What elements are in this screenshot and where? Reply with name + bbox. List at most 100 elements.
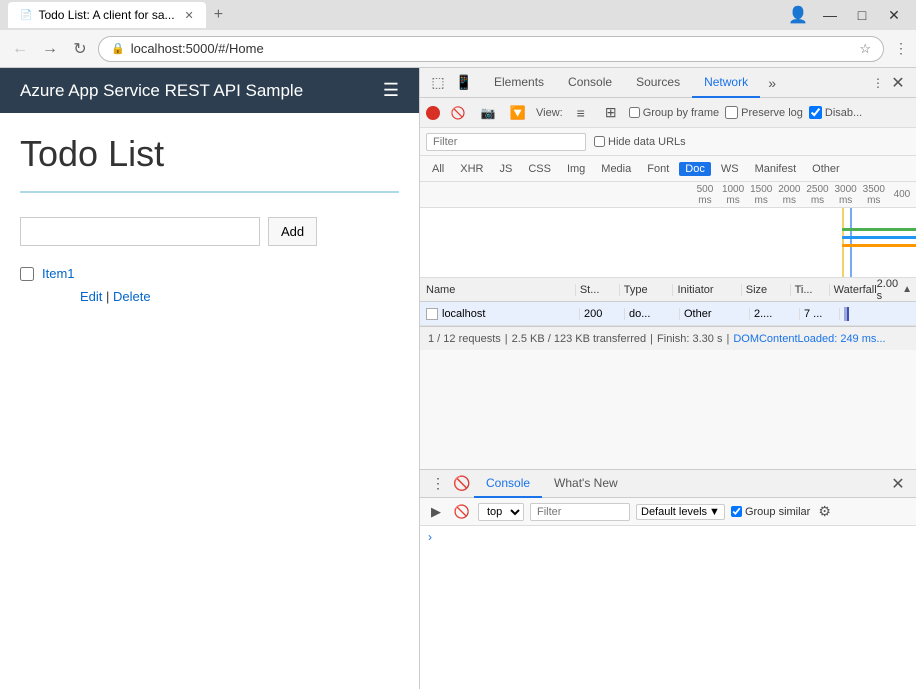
tab-sources[interactable]: Sources	[624, 68, 692, 98]
url-bar[interactable]: 🔒 localhost:5000/#/Home ☆	[98, 36, 884, 62]
devtools-panel: ⬚ 📱 Elements Console Sources Network	[419, 68, 916, 689]
main-content: Azure App Service REST API Sample ☰ Todo…	[0, 68, 916, 689]
todo-input[interactable]	[20, 217, 260, 246]
dom-content-loaded-link[interactable]: DOMContentLoaded: 249 ms...	[733, 333, 885, 345]
todo-item: Item1	[20, 266, 399, 281]
col-header-status[interactable]: St...	[576, 284, 620, 296]
tab-elements[interactable]: Elements	[482, 68, 556, 98]
filter-img[interactable]: Img	[561, 162, 591, 176]
col-header-size[interactable]: Size	[742, 284, 791, 296]
hide-data-urls-checkbox[interactable]	[594, 136, 605, 147]
filter-css[interactable]: CSS	[522, 162, 557, 176]
filter-media[interactable]: Media	[595, 162, 637, 176]
row-size: 2....	[754, 308, 772, 320]
filter-all[interactable]: All	[426, 162, 450, 176]
col-header-initiator[interactable]: Initiator	[673, 284, 741, 296]
tab-network[interactable]: Network	[692, 68, 760, 98]
tab-console[interactable]: Console	[556, 68, 624, 98]
minimize-button[interactable]: —	[816, 5, 844, 25]
network-status-bar: 1 / 12 requests | 2.5 KB / 123 KB transf…	[420, 326, 916, 350]
user-icon[interactable]: 👤	[788, 5, 808, 25]
maximize-button[interactable]: □	[848, 5, 876, 25]
waterfall-mini-bar	[844, 307, 912, 321]
list-view-icon[interactable]: ≡	[569, 101, 593, 125]
more-tabs-button[interactable]: »	[760, 71, 784, 95]
filter-button[interactable]: 🔽	[506, 101, 530, 125]
console-tab-console[interactable]: Console	[474, 470, 542, 498]
settings-icon[interactable]: ⚙	[818, 503, 831, 520]
console-drawer: ⋮ 🚫 Console What's New ✕ ▶ 🚫 top	[420, 469, 916, 689]
edit-link[interactable]: Edit	[80, 289, 102, 304]
group-similar-label: Group similar	[745, 506, 810, 518]
row-name: localhost	[442, 308, 485, 320]
col-header-time[interactable]: Ti...	[791, 284, 830, 296]
console-filter-input[interactable]	[530, 503, 630, 521]
title-bar: 📄 Todo List: A client for sa... ✕ + 👤 — …	[0, 0, 916, 30]
delete-link[interactable]: Delete	[113, 289, 151, 304]
filter-manifest[interactable]: Manifest	[749, 162, 803, 176]
row-initiator-cell: Other	[680, 308, 750, 320]
context-selector[interactable]: top	[478, 503, 524, 521]
record-button[interactable]	[426, 106, 440, 120]
group-similar-checkbox[interactable]	[731, 506, 742, 517]
filter-other[interactable]: Other	[806, 162, 846, 176]
timeline-label-1500: 1500 ms	[747, 184, 775, 206]
filter-ws[interactable]: WS	[715, 162, 745, 176]
row-type: do...	[629, 308, 650, 320]
hamburger-menu-icon[interactable]: ☰	[383, 80, 399, 101]
webpage-header: Azure App Service REST API Sample ☰	[0, 68, 419, 113]
add-button[interactable]: Add	[268, 217, 317, 246]
console-close-button[interactable]: ✕	[886, 472, 910, 496]
network-panel: 🚫 📷 🔽 View: ≡ ⊞ Group by frame Preserve …	[420, 98, 916, 469]
new-tab-button[interactable]: +	[210, 6, 227, 24]
inspect-icon[interactable]: ⬚	[426, 71, 450, 95]
col-header-waterfall[interactable]: Waterfall 2.00 s ▲	[830, 278, 916, 302]
group-by-frame-checkbox[interactable]	[629, 107, 640, 118]
preserve-log-checkbox[interactable]	[725, 106, 738, 119]
filter-js[interactable]: JS	[493, 162, 518, 176]
disable-cache-label: Disab...	[825, 107, 862, 119]
camera-button[interactable]: 📷	[476, 101, 500, 125]
col-header-type[interactable]: Type	[620, 284, 674, 296]
table-row[interactable]: localhost 200 do... Other 2....	[420, 302, 916, 326]
todo-checkbox[interactable]	[20, 267, 34, 281]
filter-bar: Hide data URLs	[420, 128, 916, 156]
console-tabs: ⋮ 🚫 Console What's New ✕	[420, 470, 916, 498]
filter-input[interactable]	[426, 133, 586, 151]
refresh-button[interactable]: ↻	[68, 37, 92, 61]
browser-window: 📄 Todo List: A client for sa... ✕ + 👤 — …	[0, 0, 916, 689]
browser-more-button[interactable]: ⋮	[894, 40, 908, 57]
sort-icon: ▲	[902, 284, 912, 295]
col-header-name[interactable]: Name	[420, 284, 576, 296]
console-stop-button[interactable]: 🚫	[450, 472, 474, 496]
default-levels-button[interactable]: Default levels ▼	[636, 504, 725, 520]
devtools-close-button[interactable]: ✕	[886, 71, 910, 95]
grid-view-icon[interactable]: ⊞	[599, 101, 623, 125]
webpage: Azure App Service REST API Sample ☰ Todo…	[0, 68, 419, 689]
row-name-cell: localhost	[420, 308, 580, 320]
filter-xhr[interactable]: XHR	[454, 162, 489, 176]
browser-tab[interactable]: 📄 Todo List: A client for sa... ✕	[8, 2, 206, 28]
hide-data-urls-option: Hide data URLs	[594, 136, 686, 148]
console-prompt[interactable]: ›	[428, 530, 908, 544]
console-run-button[interactable]: ▶	[426, 502, 446, 522]
filter-font[interactable]: Font	[641, 162, 675, 176]
devtools-options-icon[interactable]: ⋮	[872, 76, 884, 90]
preserve-log-option: Preserve log	[725, 106, 803, 119]
console-stop-btn[interactable]: 🚫	[452, 502, 472, 522]
back-button[interactable]: ←	[8, 37, 32, 61]
console-more-button[interactable]: ⋮	[426, 472, 450, 496]
chevron-right-icon: ›	[428, 530, 432, 544]
filter-doc[interactable]: Doc	[679, 162, 711, 176]
disable-cache-checkbox[interactable]	[809, 106, 822, 119]
close-button[interactable]: ✕	[880, 5, 908, 25]
todo-item-text: Item1	[42, 266, 75, 281]
bookmark-icon[interactable]: ☆	[859, 41, 871, 57]
tab-close-button[interactable]: ✕	[185, 9, 194, 22]
timeline-bar: 500 ms 1000 ms 1500 ms 2000 ms 2500 ms 3…	[420, 182, 916, 208]
hide-data-urls-label: Hide data URLs	[608, 136, 686, 148]
device-icon[interactable]: 📱	[452, 71, 476, 95]
clear-button[interactable]: 🚫	[446, 101, 470, 125]
forward-button[interactable]: →	[38, 37, 62, 61]
console-tab-whatsnew[interactable]: What's New	[542, 470, 630, 498]
